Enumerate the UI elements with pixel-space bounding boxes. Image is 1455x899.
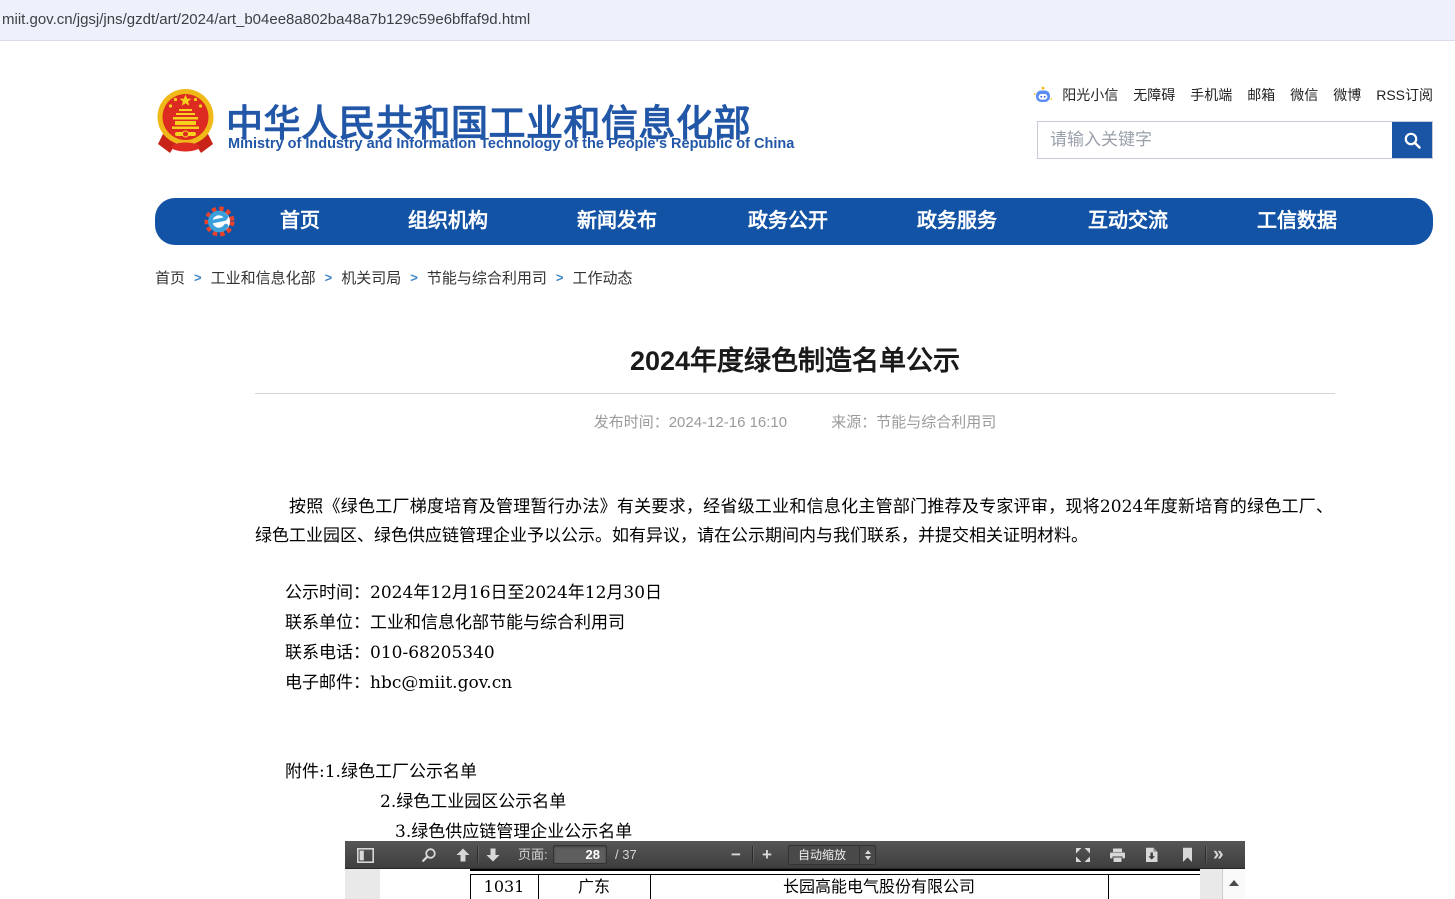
pdf-print-button[interactable] — [1109, 841, 1126, 869]
breadcrumb-work-updates[interactable]: 工作动态 — [572, 267, 632, 288]
toolbar-separator — [477, 846, 478, 863]
breadcrumb-home[interactable]: 首页 — [155, 267, 185, 288]
nav-gear-logo-icon — [203, 205, 236, 238]
article-divider — [255, 393, 1335, 394]
breadcrumb-separator: > — [325, 270, 333, 285]
pdf-download-button[interactable] — [1144, 841, 1159, 869]
pdf-viewer: 页面: / 37 − + 自动缩放 — [345, 841, 1245, 899]
article-body: 按照《绿色工厂梯度培育及管理暂行办法》有关要求，经省级工业和信息化主管部门推荐及… — [255, 493, 1333, 551]
info-line-contact-email: 电子邮件：hbc@miit.gov.cn — [285, 668, 662, 698]
toolbar-separator — [1205, 846, 1206, 863]
pdf-presentation-mode-button[interactable] — [1075, 841, 1091, 869]
nav-item-news[interactable]: 新闻发布 — [577, 198, 657, 245]
page-url: miit.gov.cn/jgsj/jns/gzdt/art/2024/art_b… — [2, 11, 530, 28]
nav-item-gov-disclosure[interactable]: 政务公开 — [748, 198, 828, 245]
pdf-page-total: / 37 — [615, 841, 637, 869]
breadcrumb-departments[interactable]: 机关司局 — [341, 267, 401, 288]
pdf-previous-page-button[interactable] — [455, 841, 471, 869]
pdf-toolbar: 页面: / 37 − + 自动缩放 — [345, 841, 1245, 869]
table-border — [470, 869, 1200, 871]
nav-item-data[interactable]: 工信数据 — [1257, 198, 1337, 245]
pdf-page-label: 页面: — [518, 841, 548, 869]
page-down-icon — [485, 847, 501, 863]
page-up-icon — [455, 847, 471, 863]
breadcrumb-miit[interactable]: 工业和信息化部 — [211, 267, 316, 288]
search-input[interactable] — [1038, 122, 1392, 158]
info-line-contact-unit: 联系单位：工业和信息化部节能与综合利用司 — [285, 608, 662, 638]
nav-item-home[interactable]: 首页 — [280, 198, 320, 245]
fullscreen-icon — [1075, 847, 1091, 863]
breadcrumb: 首页 > 工业和信息化部 > 机关司局 > 节能与综合利用司 > 工作动态 — [155, 267, 632, 288]
table-border — [470, 874, 1200, 875]
more-tools-chevrons-icon: » — [1213, 841, 1224, 869]
utility-link-weibo[interactable]: 微博 — [1333, 85, 1361, 105]
print-icon — [1109, 848, 1126, 863]
table-cell-company: 长园高能电气股份有限公司 — [650, 876, 1108, 898]
pdf-zoom-out-button[interactable]: − — [731, 841, 741, 869]
attachment-3-green-supply-chain[interactable]: 3.绿色供应链管理企业公示名单 — [395, 817, 632, 842]
zoom-spinner-icon — [859, 846, 875, 864]
site-search-bar — [1037, 121, 1433, 159]
utility-link-mobile[interactable]: 手机端 — [1190, 85, 1232, 105]
search-button[interactable] — [1392, 122, 1432, 158]
table-cell-serial: 1031 — [470, 876, 538, 898]
pdf-scrollbar[interactable] — [1222, 869, 1245, 899]
nav-item-interaction[interactable]: 互动交流 — [1088, 198, 1168, 245]
main-nav: 首页 组织机构 新闻发布 政务公开 政务服务 互动交流 工信数据 — [155, 198, 1433, 245]
toolbar-separator — [752, 846, 753, 863]
browser-url-bar[interactable]: miit.gov.cn/jgsj/jns/gzdt/art/2024/art_b… — [0, 0, 1455, 41]
zoom-out-icon: − — [731, 841, 741, 869]
breadcrumb-energy-dept[interactable]: 节能与综合利用司 — [427, 267, 547, 288]
article-meta: 发布时间：2024-12-16 16:10 来源：节能与综合利用司 — [255, 411, 1335, 432]
article-title: 2024年度绿色制造名单公示 — [255, 339, 1335, 378]
pdf-page-number-input[interactable] — [553, 845, 607, 864]
info-line-public-period: 公示时间：2024年12月16日至2024年12月30日 — [285, 578, 662, 608]
pdf-search-button[interactable] — [421, 841, 437, 869]
breadcrumb-separator: > — [410, 270, 418, 285]
info-line-contact-phone: 联系电话：010-68205340 — [285, 638, 662, 668]
zoom-mode-value: 自动缩放 — [798, 848, 846, 862]
pdf-more-tools-button[interactable]: » — [1213, 841, 1224, 869]
utility-links: 阳光小信 无障碍 手机端 邮箱 微信 微博 RSS订阅 — [1033, 84, 1433, 106]
utility-link-mail[interactable]: 邮箱 — [1247, 85, 1275, 105]
download-icon — [1144, 847, 1159, 863]
zoom-in-icon: + — [762, 841, 772, 869]
article-source: 来源：节能与综合利用司 — [831, 414, 996, 431]
pdf-search-icon — [421, 847, 437, 863]
scroll-up-arrow-icon — [1229, 880, 1239, 886]
utility-link-accessibility[interactable]: 无障碍 — [1133, 85, 1175, 105]
breadcrumb-separator: > — [556, 270, 564, 285]
publish-time: 发布时间：2024-12-16 16:10 — [594, 414, 787, 431]
breadcrumb-separator: > — [194, 270, 202, 285]
utility-link-wechat[interactable]: 微信 — [1290, 85, 1318, 105]
pdf-bookmark-button[interactable] — [1181, 841, 1194, 869]
nav-item-organization[interactable]: 组织机构 — [408, 198, 488, 245]
robot-assistant-icon — [1033, 85, 1053, 105]
utility-link-rss[interactable]: RSS订阅 — [1376, 85, 1433, 105]
table-border — [1108, 875, 1109, 899]
article-info-lines: 公示时间：2024年12月16日至2024年12月30日 联系单位：工业和信息化… — [285, 578, 662, 698]
pdf-next-page-button[interactable] — [485, 841, 501, 869]
sidebar-toggle-icon — [357, 848, 374, 863]
pdf-sidebar-toggle-button[interactable] — [357, 841, 374, 869]
bookmark-icon — [1181, 847, 1194, 863]
search-icon — [1403, 131, 1422, 150]
attachment-2-green-industrial-park[interactable]: 2.绿色工业园区公示名单 — [380, 787, 566, 812]
pdf-zoom-mode-select[interactable]: 自动缩放 — [788, 845, 876, 865]
site-subtitle: Ministry of Industry and Information Tec… — [228, 136, 794, 152]
nav-item-gov-services[interactable]: 政务服务 — [917, 198, 997, 245]
pdf-content-area: 1031 广东 长园高能电气股份有限公司 — [345, 869, 1245, 899]
table-cell-province: 广东 — [538, 876, 650, 898]
utility-link-sunshine[interactable]: 阳光小信 — [1062, 85, 1118, 105]
national-emblem-logo — [155, 86, 216, 156]
screen: miit.gov.cn/jgsj/jns/gzdt/art/2024/art_b… — [0, 0, 1455, 899]
attachment-1-green-factory[interactable]: 附件:1.绿色工厂公示名单 — [285, 757, 477, 782]
pdf-zoom-in-button[interactable]: + — [762, 841, 772, 869]
